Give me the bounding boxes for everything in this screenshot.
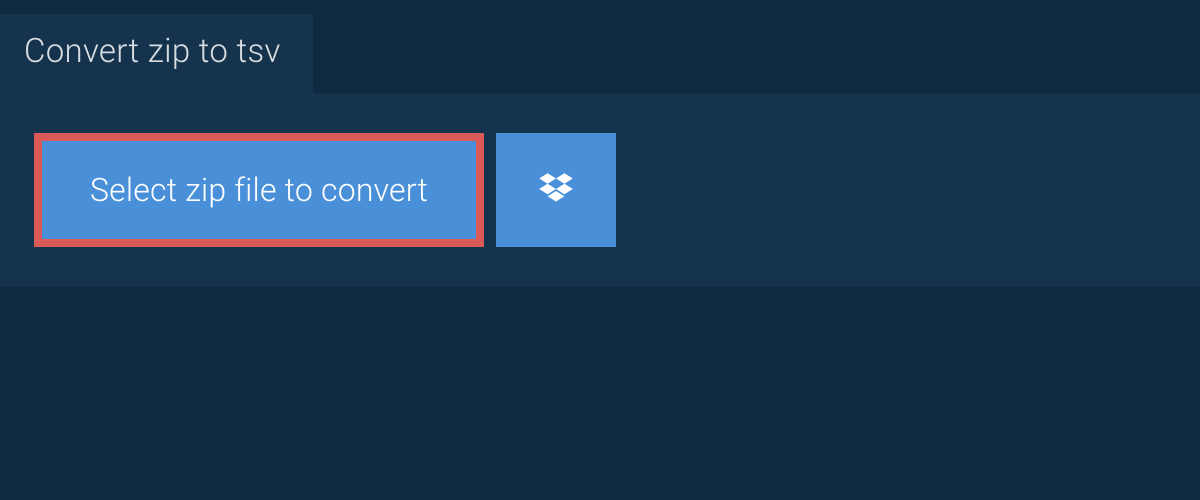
select-file-label: Select zip file to convert	[90, 171, 428, 209]
select-file-button[interactable]: Select zip file to convert	[34, 133, 484, 247]
dropbox-button[interactable]	[496, 133, 616, 247]
tab-convert-zip-to-tsv[interactable]: Convert zip to tsv	[0, 14, 313, 93]
tab-bar: Convert zip to tsv	[0, 0, 1200, 93]
tab-title: Convert zip to tsv	[24, 32, 281, 71]
button-row: Select zip file to convert	[34, 133, 1166, 247]
convert-panel: Select zip file to convert	[0, 93, 1200, 287]
dropbox-icon	[535, 169, 577, 211]
